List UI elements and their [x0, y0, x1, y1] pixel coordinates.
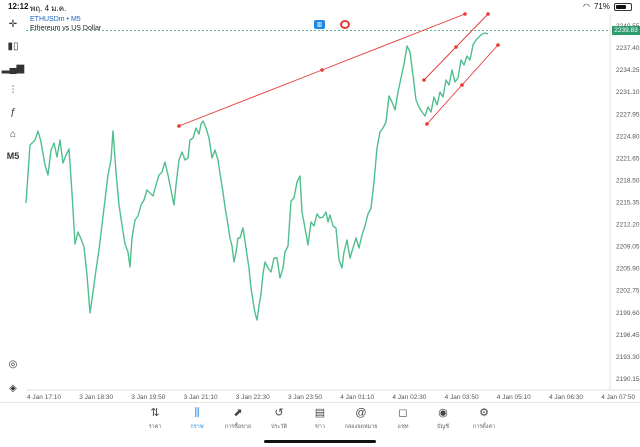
time-tick-label: 4 Jan 03:50	[445, 394, 479, 401]
nav-settings[interactable]: ⚙ การตั้งค่า	[463, 407, 505, 431]
symbol-description: Ethereum vs US Dollar	[30, 25, 102, 32]
nav-label: กราฟ	[190, 424, 204, 430]
nav-mailbox[interactable]: @ กล่องจดหมาย	[340, 407, 382, 431]
time-tick-label: 4 Jan 05:10	[497, 394, 531, 401]
price-tick-label: 2199.60	[616, 310, 640, 317]
mailbox-icon: @	[355, 407, 367, 419]
price-tick-label: 2205.90	[616, 266, 640, 273]
drawing-toolbar: ✛ ▮▯ ▂▄▆ ⫶ ƒ ⌂ M5 ◎ ◈	[0, 14, 26, 400]
trendline-anchor-point	[463, 12, 467, 16]
autotrading-icon[interactable]	[340, 20, 350, 29]
shapes-icon[interactable]: ⌂	[4, 126, 22, 142]
nav-quotes[interactable]: ⇅ ราคา	[134, 407, 176, 431]
price-tick-label: 2234.25	[616, 67, 640, 74]
crosshair-icon[interactable]: ✛	[4, 16, 22, 32]
trendline-anchor-point	[422, 78, 426, 82]
price-tick-label: 2215.35	[616, 200, 640, 207]
nav-trade[interactable]: ⬈ การซื้อขาย	[217, 407, 259, 431]
price-tick-label: 2190.15	[616, 376, 640, 383]
trendline-anchor-point	[425, 122, 429, 126]
chat-icon: ◻	[398, 407, 408, 419]
price-tick-label: 2231.10	[616, 89, 640, 96]
time-tick-label: 4 Jan 17:10	[27, 394, 61, 401]
current-price-tag: 2239.83	[612, 26, 640, 36]
nav-label: การซื้อขาย	[224, 424, 252, 430]
nav-history[interactable]: ↺ ประวัติ	[258, 407, 300, 431]
symbol-info: ETHUSDm • M5 Ethereum vs US Dollar	[30, 15, 101, 33]
trade-panel-icon[interactable]: ▥	[314, 20, 325, 29]
nav-label: ข่าว	[315, 424, 325, 430]
trendline-anchor-point	[486, 12, 490, 16]
home-indicator	[264, 440, 376, 443]
price-series-line	[25, 32, 489, 321]
price-tick-label: 2196.45	[616, 332, 640, 339]
price-tick-label: 2221.65	[616, 155, 640, 162]
time-tick-label: 3 Jan 22:30	[236, 394, 270, 401]
chart-icon: ⫼	[194, 407, 200, 419]
price-tick-label: 2227.95	[616, 111, 640, 118]
time-tick-label: 3 Jan 21:10	[184, 394, 218, 401]
trendline-anchor-point	[454, 45, 458, 49]
nav-chart[interactable]: ⫼ กราฟ	[176, 407, 218, 431]
settings-icon: ⚙	[479, 407, 489, 419]
timeframe-button[interactable]: M5	[4, 148, 22, 164]
history-icon: ↺	[274, 407, 284, 419]
price-tick-label: 2237.40	[616, 45, 640, 52]
price-tick-label: 2193.30	[616, 354, 640, 361]
time-tick-label: 3 Jan 23:50	[288, 394, 322, 401]
nav-label: ประวัติ	[270, 424, 288, 430]
price-tick-label: 2224.80	[616, 133, 640, 140]
nav-label: การตั้งค่า	[472, 424, 496, 430]
account-icon: ◉	[438, 407, 448, 419]
time-tick-label: 4 Jan 06:30	[549, 394, 583, 401]
symbol-name: ETHUSDm • M5	[30, 16, 81, 23]
nav-news[interactable]: ▤ ข่าว	[299, 407, 341, 431]
bar-chart-icon[interactable]: ▂▄▆	[2, 60, 24, 76]
nav-label: กล่องจดหมาย	[344, 424, 378, 430]
time-tick-label: 3 Jan 18:30	[79, 394, 113, 401]
price-tick-label: 2218.50	[616, 177, 640, 184]
nav-label: บัญชี	[437, 424, 449, 430]
indicators-icon[interactable]: ⫶	[4, 82, 22, 98]
news-icon: ▤	[314, 407, 326, 419]
trendline-anchor-point	[320, 68, 324, 72]
nav-label: แชท	[397, 424, 409, 430]
chart-settings-icon[interactable]: ◎	[4, 356, 22, 372]
price-tick-label: 2212.20	[616, 222, 640, 229]
nav-account[interactable]: ◉ บัญชี	[422, 407, 464, 431]
price-chart[interactable]: 2240.552237.402234.252231.102227.952224.…	[0, 0, 640, 402]
nav-chat[interactable]: ◻ แชท	[382, 407, 424, 431]
price-tick-label: 2209.05	[616, 244, 640, 251]
price-tick-label: 2202.75	[616, 288, 640, 295]
quotes-icon: ⇅	[150, 407, 160, 419]
candlestick-icon[interactable]: ▮▯	[4, 38, 22, 54]
trendline-anchor-point	[460, 83, 464, 87]
one-click-trading-icon[interactable]: ◈	[4, 380, 22, 396]
trade-icon: ⬈	[233, 407, 243, 419]
trendline-anchor-point	[496, 43, 500, 47]
time-tick-label: 3 Jan 19:50	[131, 394, 165, 401]
function-icon[interactable]: ƒ	[4, 104, 22, 120]
time-tick-label: 4 Jan 07:50	[601, 394, 635, 401]
nav-label: ราคา	[148, 424, 162, 430]
trendline-anchor-point	[177, 124, 181, 128]
time-tick-label: 4 Jan 02:30	[392, 394, 426, 401]
time-tick-label: 4 Jan 01:10	[340, 394, 374, 401]
